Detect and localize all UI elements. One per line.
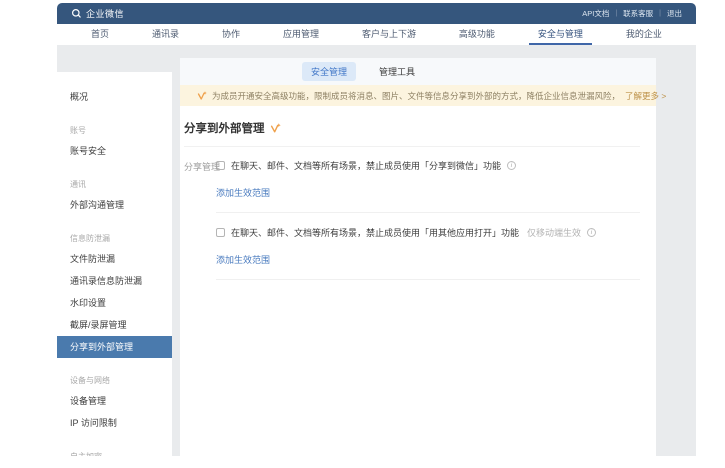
sidebar-group-device-network: 设备与网络 设备管理 IP 访问限制 xyxy=(57,368,172,434)
upgrade-banner: 为成员开通安全高级功能，限制成员将消息、图片、文件等信息分享到外部的方式，降低企… xyxy=(180,85,656,106)
content-body: 分享到外部管理 分享管理 在聊天、邮件、文档等所有场景，禁止成员使用「分享到微信… xyxy=(180,106,656,456)
sidebar-item-external-communication[interactable]: 外部沟通管理 xyxy=(57,194,172,216)
page-title: 分享到外部管理 xyxy=(184,120,265,136)
premium-icon xyxy=(197,91,207,101)
divider xyxy=(184,146,640,147)
nav-item-security-management[interactable]: 安全与管理 xyxy=(534,24,587,45)
wecom-logo[interactable]: 企业微信 xyxy=(71,7,124,20)
sidebar-group-label: 信息防泄漏 xyxy=(57,226,172,248)
setting-row: 在聊天、邮件、文档等所有场景，禁止成员使用「分享到微信」功能 i xyxy=(216,159,640,172)
sidebar: 概况 账号 账号安全 通讯 外部沟通管理 信息防泄漏 文件防泄漏 通讯录信息防泄… xyxy=(57,72,172,456)
logout-link[interactable]: 退出 xyxy=(667,8,682,19)
sidebar-item-ip-access-restriction[interactable]: IP 访问限制 xyxy=(57,412,172,434)
page-title-row: 分享到外部管理 xyxy=(184,120,640,136)
sidebar-group-account: 账号 账号安全 xyxy=(57,118,172,162)
setting-share-to-wechat: 在聊天、邮件、文档等所有场景，禁止成员使用「分享到微信」功能 i 添加生效范围 xyxy=(216,159,640,213)
section-label-share-management: 分享管理 xyxy=(184,160,220,173)
nav-item-contacts[interactable]: 通讯录 xyxy=(148,24,183,45)
sidebar-item-contacts-leak-prevention[interactable]: 通讯录信息防泄漏 xyxy=(57,270,172,292)
screenshot-canvas: 企业微信 API文档 | 联系客服 | 退出 首页 通讯录 协作 应用管理 客户… xyxy=(0,0,725,468)
sidebar-item-account-security[interactable]: 账号安全 xyxy=(57,140,172,162)
setting-row: 在聊天、邮件、文档等所有场景，禁止成员使用「用其他应用打开」功能 仅移动端生效 … xyxy=(216,226,640,239)
info-icon[interactable]: i xyxy=(587,228,596,237)
checkbox-open-with-other-app[interactable] xyxy=(216,228,225,237)
info-icon[interactable]: i xyxy=(507,161,516,170)
learn-more-link[interactable]: 了解更多 > xyxy=(625,90,666,102)
tab-management-tools[interactable]: 管理工具 xyxy=(370,62,424,81)
premium-icon xyxy=(270,123,281,134)
sidebar-group-leak-prevention: 信息防泄漏 文件防泄漏 通讯录信息防泄漏 水印设置 截屏/录屏管理 分享到外部管… xyxy=(57,226,172,358)
divider: | xyxy=(659,10,661,17)
sidebar-group-self-encryption: 自主加密 企业自主加密 xyxy=(57,444,172,456)
nav-item-advanced[interactable]: 高级功能 xyxy=(455,24,499,45)
top-bar-links: API文档 | 联系客服 | 退出 xyxy=(582,8,682,19)
top-bar: 企业微信 API文档 | 联系客服 | 退出 xyxy=(57,3,696,24)
main-nav: 首页 通讯录 协作 应用管理 客户与上下游 高级功能 安全与管理 我的企业 xyxy=(57,24,696,45)
setting-text: 在聊天、邮件、文档等所有场景，禁止成员使用「用其他应用打开」功能 xyxy=(231,226,519,239)
mobile-only-note: 仅移动端生效 xyxy=(527,226,581,239)
content-tabs: 安全管理 管理工具 xyxy=(180,58,656,85)
wecom-admin-window: 企业微信 API文档 | 联系客服 | 退出 首页 通讯录 协作 应用管理 客户… xyxy=(57,3,696,456)
sidebar-group-label: 账号 xyxy=(57,118,172,140)
add-effective-scope-link[interactable]: 添加生效范围 xyxy=(216,253,270,266)
sidebar-item-overview[interactable]: 概况 xyxy=(57,86,172,108)
contact-support-link[interactable]: 联系客服 xyxy=(623,8,653,19)
sidebar-item-screenshot-management[interactable]: 截屏/录屏管理 xyxy=(57,314,172,336)
sidebar-group-label: 自主加密 xyxy=(57,444,172,456)
sidebar-group-communication: 通讯 外部沟通管理 xyxy=(57,172,172,216)
api-docs-link[interactable]: API文档 xyxy=(582,8,609,19)
setting-open-with-other-app: 在聊天、邮件、文档等所有场景，禁止成员使用「用其他应用打开」功能 仅移动端生效 … xyxy=(216,226,640,280)
sidebar-group-label: 通讯 xyxy=(57,172,172,194)
sidebar-item-file-leak-prevention[interactable]: 文件防泄漏 xyxy=(57,248,172,270)
sidebar-group-label: 设备与网络 xyxy=(57,368,172,390)
add-effective-scope-link[interactable]: 添加生效范围 xyxy=(216,186,270,199)
nav-item-home[interactable]: 首页 xyxy=(87,24,113,45)
setting-text: 在聊天、邮件、文档等所有场景，禁止成员使用「分享到微信」功能 xyxy=(231,159,501,172)
nav-item-customers[interactable]: 客户与上下游 xyxy=(358,24,420,45)
share-management-settings: 分享管理 在聊天、邮件、文档等所有场景，禁止成员使用「分享到微信」功能 i 添加… xyxy=(184,159,640,280)
banner-text: 为成员开通安全高级功能，限制成员将消息、图片、文件等信息分享到外部的方式，降低企… xyxy=(212,90,620,102)
nav-item-app-management[interactable]: 应用管理 xyxy=(279,24,323,45)
main-panel: 安全管理 管理工具 为成员开通安全高级功能，限制成员将消息、图片、文件等信息分享… xyxy=(180,58,656,456)
tab-security-management[interactable]: 安全管理 xyxy=(302,62,356,81)
sidebar-item-share-external-management[interactable]: 分享到外部管理 xyxy=(57,336,172,358)
sidebar-item-watermark-settings[interactable]: 水印设置 xyxy=(57,292,172,314)
nav-item-my-company[interactable]: 我的企业 xyxy=(622,24,666,45)
wecom-logo-text: 企业微信 xyxy=(86,7,124,20)
sidebar-item-device-management[interactable]: 设备管理 xyxy=(57,390,172,412)
divider: | xyxy=(615,10,617,17)
wecom-logo-icon xyxy=(71,8,82,19)
page-background: 概况 账号 账号安全 通讯 外部沟通管理 信息防泄漏 文件防泄漏 通讯录信息防泄… xyxy=(57,45,696,456)
nav-item-collaboration[interactable]: 协作 xyxy=(218,24,244,45)
